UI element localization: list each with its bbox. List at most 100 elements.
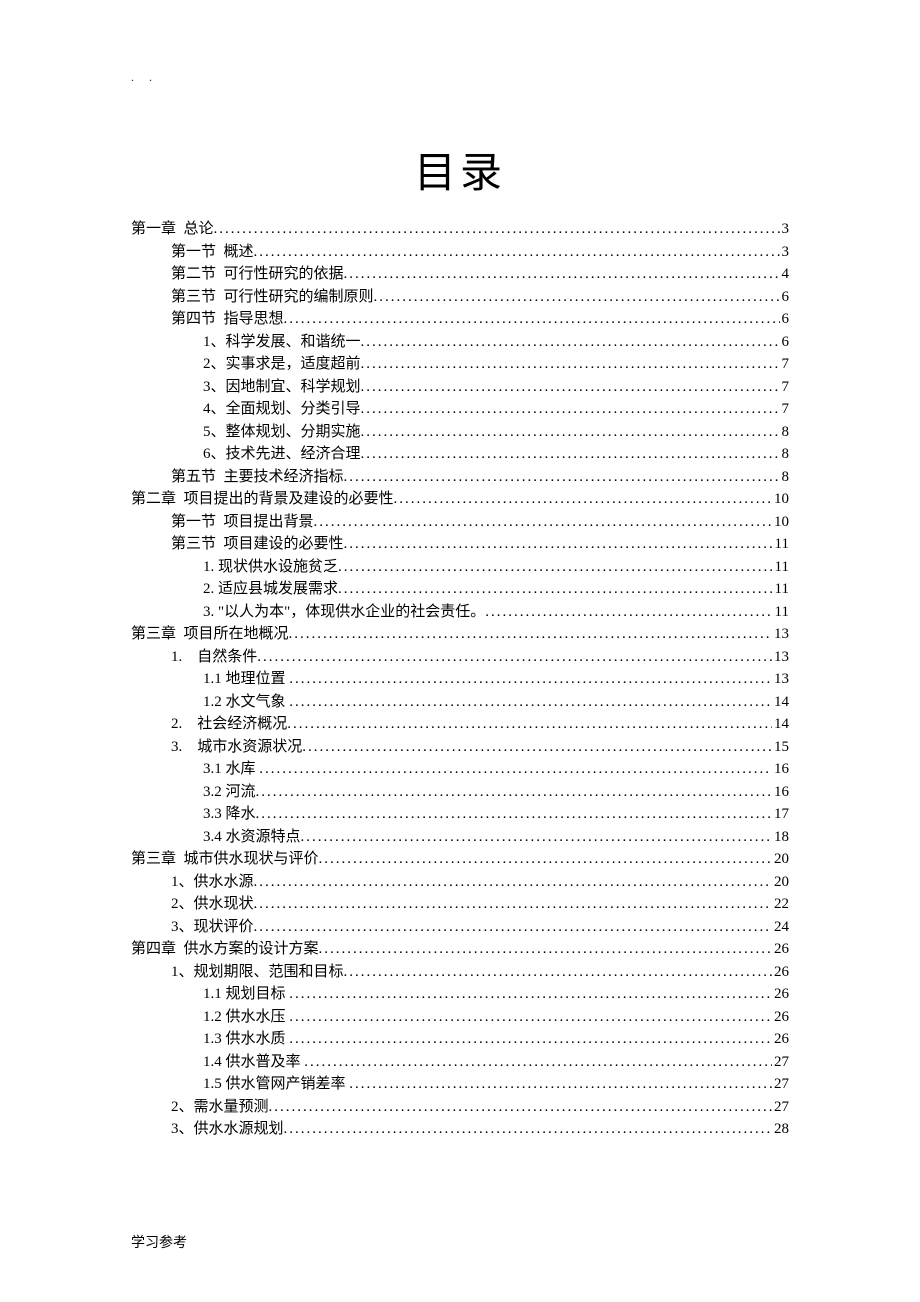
toc-entry-label: 1.1 地理位置 xyxy=(203,668,289,691)
toc-entry-label: 第二章 项目提出的背景及建设的必要性 xyxy=(131,488,394,511)
toc-leader-dots: ........................................… xyxy=(361,443,780,466)
toc-leader-dots: ........................................… xyxy=(289,983,772,1006)
toc-leader-dots: ........................................… xyxy=(361,353,780,376)
toc-entry-page: 27 xyxy=(772,1096,789,1119)
toc-leader-dots: ........................................… xyxy=(289,691,772,714)
toc-entry-page: 20 xyxy=(772,848,789,871)
toc-entry-page: 14 xyxy=(772,691,789,714)
page-footer: 学习参考 xyxy=(131,1232,187,1252)
toc-leader-dots: ........................................… xyxy=(319,938,772,961)
toc-entry-page: 6 xyxy=(780,331,790,354)
toc-entry-page: 16 xyxy=(772,781,789,804)
toc-entry-page: 6 xyxy=(780,308,790,331)
toc-entry-label: 1. 现状供水设施贫乏 xyxy=(203,556,338,579)
toc-entry-label: 2、需水量预测 xyxy=(171,1096,269,1119)
toc-entry-label: 2. 社会经济概况 xyxy=(171,713,287,736)
toc-entry: 3.2 河流..................................… xyxy=(131,781,789,804)
toc-entry-page: 22 xyxy=(772,893,789,916)
toc-entry: 第五节 主要技术经济指标............................… xyxy=(131,466,789,489)
toc-entry-label: 3.2 河流 xyxy=(203,781,256,804)
toc-entry: 1. 自然条件.................................… xyxy=(131,646,789,669)
toc-entry-label: 2、实事求是，适度超前 xyxy=(203,353,361,376)
toc-entry-page: 27 xyxy=(772,1051,789,1074)
toc-entry-page: 11 xyxy=(773,533,789,556)
toc-leader-dots: ........................................… xyxy=(374,286,780,309)
toc-entry: 1.2 供水水压 ...............................… xyxy=(131,1006,789,1029)
toc-entry-label: 第三节 项目建设的必要性 xyxy=(171,533,344,556)
toc-leader-dots: ........................................… xyxy=(304,1051,772,1074)
toc-entry-label: 3.4 水资源特点 xyxy=(203,826,301,849)
toc-entry-page: 7 xyxy=(780,376,790,399)
toc-entry: 第一节 项目提出背景..............................… xyxy=(131,511,789,534)
toc-leader-dots: ........................................… xyxy=(284,1118,772,1141)
toc-leader-dots: ........................................… xyxy=(361,331,780,354)
toc-leader-dots: ........................................… xyxy=(289,1006,772,1029)
toc-entry-label: 1. 自然条件 xyxy=(171,646,257,669)
toc-entry-label: 1.4 供水普及率 xyxy=(203,1051,304,1074)
toc-leader-dots: ........................................… xyxy=(257,646,772,669)
toc-entry: 3. "以人为本"，体现供水企业的社会责任。..................… xyxy=(131,601,789,624)
toc-entry: 1、科学发展、和谐统一.............................… xyxy=(131,331,789,354)
toc-entry: 1、供水水源..................................… xyxy=(131,871,789,894)
toc-entry-page: 10 xyxy=(772,488,789,511)
toc-entry: 3.3 降水..................................… xyxy=(131,803,789,826)
toc-entry-label: 第四章 供水方案的设计方案 xyxy=(131,938,319,961)
toc-leader-dots: ........................................… xyxy=(314,511,772,534)
toc-entry-label: 第五节 主要技术经济指标 xyxy=(171,466,344,489)
toc-leader-dots: ........................................… xyxy=(361,398,780,421)
toc-entry-page: 17 xyxy=(772,803,789,826)
toc-entry-page: 7 xyxy=(780,353,790,376)
toc-leader-dots: ........................................… xyxy=(302,736,772,759)
toc-leader-dots: ........................................… xyxy=(361,421,780,444)
toc-entry-label: 3. "以人为本"，体现供水企业的社会责任。 xyxy=(203,601,485,624)
toc-entry: 3.4 水资源特点...............................… xyxy=(131,826,789,849)
toc-leader-dots: ........................................… xyxy=(214,218,780,241)
toc-entry: 第二节 可行性研究的依据............................… xyxy=(131,263,789,286)
table-of-contents: 第一章 总论..................................… xyxy=(131,218,789,1141)
toc-entry-page: 13 xyxy=(772,668,789,691)
toc-entry-label: 1、科学发展、和谐统一 xyxy=(203,331,361,354)
toc-entry: 2、实事求是，适度超前.............................… xyxy=(131,353,789,376)
toc-entry-page: 13 xyxy=(772,646,789,669)
toc-entry: 第二章 项目提出的背景及建设的必要性......................… xyxy=(131,488,789,511)
toc-entry: 1.1 地理位置 ...............................… xyxy=(131,668,789,691)
toc-entry-page: 26 xyxy=(772,1028,789,1051)
toc-entry: 第四节 指导思想................................… xyxy=(131,308,789,331)
toc-entry-label: 2. 适应县城发展需求 xyxy=(203,578,338,601)
toc-leader-dots: ........................................… xyxy=(338,556,773,579)
toc-entry: 第三节 可行性研究的编制原则..........................… xyxy=(131,286,789,309)
toc-entry-page: 8 xyxy=(780,466,790,489)
toc-entry-label: 第二节 可行性研究的依据 xyxy=(171,263,344,286)
toc-entry: 1.1 规划目标 ...............................… xyxy=(131,983,789,1006)
toc-entry: 3、因地制宜、科学规划.............................… xyxy=(131,376,789,399)
toc-entry-page: 13 xyxy=(772,623,789,646)
toc-leader-dots: ........................................… xyxy=(269,1096,772,1119)
toc-entry: 4、全面规划、分类引导.............................… xyxy=(131,398,789,421)
toc-entry-label: 6、技术先进、经济合理 xyxy=(203,443,361,466)
toc-entry: 第一章 总论..................................… xyxy=(131,218,789,241)
toc-entry-page: 8 xyxy=(780,443,790,466)
toc-leader-dots: ........................................… xyxy=(289,623,772,646)
toc-leader-dots: ........................................… xyxy=(349,1073,772,1096)
toc-entry-page: 18 xyxy=(772,826,789,849)
toc-entry: 1.5 供水管网产销差率 ...........................… xyxy=(131,1073,789,1096)
toc-entry: 第一节 概述..................................… xyxy=(131,241,789,264)
toc-entry: 第三章 项目所在地概况.............................… xyxy=(131,623,789,646)
toc-entry-label: 3.3 降水 xyxy=(203,803,256,826)
header-mark: . . xyxy=(131,70,789,84)
toc-entry-label: 1.3 供水水质 xyxy=(203,1028,289,1051)
toc-entry-label: 5、整体规划、分期实施 xyxy=(203,421,361,444)
toc-entry-label: 1.2 水文气象 xyxy=(203,691,289,714)
toc-leader-dots: ........................................… xyxy=(319,848,772,871)
toc-entry: 第三节 项目建设的必要性............................… xyxy=(131,533,789,556)
toc-entry-label: 第一节 项目提出背景 xyxy=(171,511,314,534)
toc-entry-label: 第三节 可行性研究的编制原则 xyxy=(171,286,374,309)
toc-title: 目录 xyxy=(131,139,789,200)
toc-entry-label: 第三章 城市供水现状与评价 xyxy=(131,848,319,871)
toc-entry: 5、整体规划、分期实施.............................… xyxy=(131,421,789,444)
toc-leader-dots: ........................................… xyxy=(259,758,772,781)
toc-entry-page: 3 xyxy=(780,218,790,241)
toc-entry-page: 14 xyxy=(772,713,789,736)
toc-entry-label: 第三章 项目所在地概况 xyxy=(131,623,289,646)
toc-entry-page: 10 xyxy=(772,511,789,534)
